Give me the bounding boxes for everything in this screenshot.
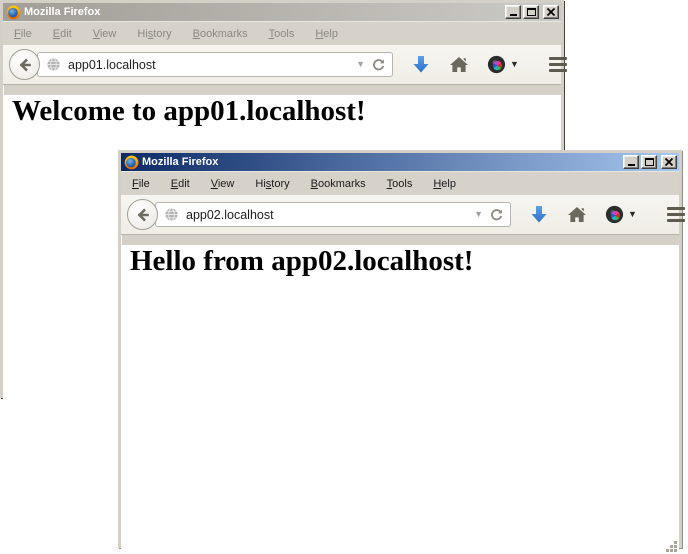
maximize-icon: [645, 158, 654, 166]
browser-window-app02[interactable]: Mozilla Firefox File Edit View History Bookm…: [118, 150, 682, 548]
back-button[interactable]: [127, 199, 158, 230]
page-content: Hello from app02.localhost!: [121, 245, 679, 554]
color-wheel-icon: [605, 205, 624, 224]
menu-item-edit[interactable]: Edit: [53, 28, 72, 40]
url-bar[interactable]: app01.localhost ▼: [37, 52, 393, 77]
close-button[interactable]: [661, 155, 677, 169]
menu-item-view[interactable]: View: [93, 28, 117, 40]
globe-icon: [164, 207, 179, 222]
menu-bar: File Edit View History Bookmarks Tools Help: [3, 21, 561, 45]
colorzilla-caret-icon: ▼: [510, 60, 519, 69]
menu-item-file[interactable]: File: [14, 28, 32, 40]
maximize-button[interactable]: [523, 5, 539, 19]
download-button[interactable]: [411, 54, 431, 75]
download-icon: [411, 54, 431, 75]
menu-panel-button[interactable]: [667, 207, 685, 222]
page-heading: Hello from app02.localhost!: [130, 245, 679, 278]
back-arrow-icon: [16, 56, 34, 74]
hamburger-icon: [667, 207, 685, 210]
minimize-button[interactable]: [623, 155, 639, 169]
urlbar-dropdown-icon[interactable]: ▼: [354, 60, 371, 69]
url-text: app02.localhost: [186, 208, 472, 222]
minimize-button[interactable]: [505, 5, 521, 19]
home-button[interactable]: [449, 55, 469, 74]
home-icon: [567, 205, 587, 224]
minimize-icon: [628, 164, 635, 166]
colorzilla-caret-icon: ▼: [628, 210, 637, 219]
title-bar[interactable]: Mozilla Firefox: [121, 153, 679, 171]
home-icon: [449, 55, 469, 74]
menu-bar: File Edit View History Bookmarks Tools Help: [121, 171, 679, 195]
urlbar-dropdown-icon[interactable]: ▼: [472, 210, 489, 219]
menu-item-edit[interactable]: Edit: [171, 178, 190, 190]
menu-item-history[interactable]: History: [137, 28, 171, 40]
window-title: Mozilla Firefox: [24, 6, 505, 18]
menu-item-view[interactable]: View: [211, 178, 235, 190]
download-button[interactable]: [529, 204, 549, 225]
maximize-icon: [527, 8, 536, 16]
maximize-button[interactable]: [641, 155, 657, 169]
back-button[interactable]: [9, 49, 40, 80]
back-arrow-icon: [134, 206, 152, 224]
window-title: Mozilla Firefox: [142, 156, 623, 168]
menu-item-bookmarks[interactable]: Bookmarks: [311, 178, 366, 190]
menu-panel-button[interactable]: [549, 57, 567, 72]
colorzilla-button[interactable]: ▼: [605, 205, 637, 224]
menu-item-help[interactable]: Help: [433, 178, 456, 190]
firefox-icon: [6, 5, 21, 20]
menu-item-bookmarks[interactable]: Bookmarks: [193, 28, 248, 40]
url-text: app01.localhost: [68, 58, 354, 72]
menu-item-help[interactable]: Help: [315, 28, 338, 40]
close-icon: [544, 6, 558, 18]
menu-item-tools[interactable]: Tools: [269, 28, 295, 40]
globe-icon: [46, 57, 61, 72]
reload-icon[interactable]: [371, 57, 386, 72]
firefox-icon: [124, 155, 139, 170]
menu-item-history[interactable]: History: [255, 178, 289, 190]
resize-grip[interactable]: [665, 540, 678, 553]
hamburger-icon: [549, 57, 567, 60]
navigation-toolbar: app02.localhost ▼: [121, 195, 679, 235]
close-icon: [662, 156, 676, 168]
minimize-icon: [510, 14, 517, 16]
reload-icon[interactable]: [489, 207, 504, 222]
navigation-toolbar: app01.localhost ▼: [3, 45, 561, 85]
color-wheel-icon: [487, 55, 506, 74]
menu-item-file[interactable]: File: [132, 178, 150, 190]
close-button[interactable]: [543, 5, 559, 19]
url-bar[interactable]: app02.localhost ▼: [155, 202, 511, 227]
menu-item-tools[interactable]: Tools: [387, 178, 413, 190]
title-bar[interactable]: Mozilla Firefox: [3, 3, 561, 21]
download-icon: [529, 204, 549, 225]
page-heading: Welcome to app01.localhost!: [12, 95, 561, 128]
colorzilla-button[interactable]: ▼: [487, 55, 519, 74]
home-button[interactable]: [567, 205, 587, 224]
